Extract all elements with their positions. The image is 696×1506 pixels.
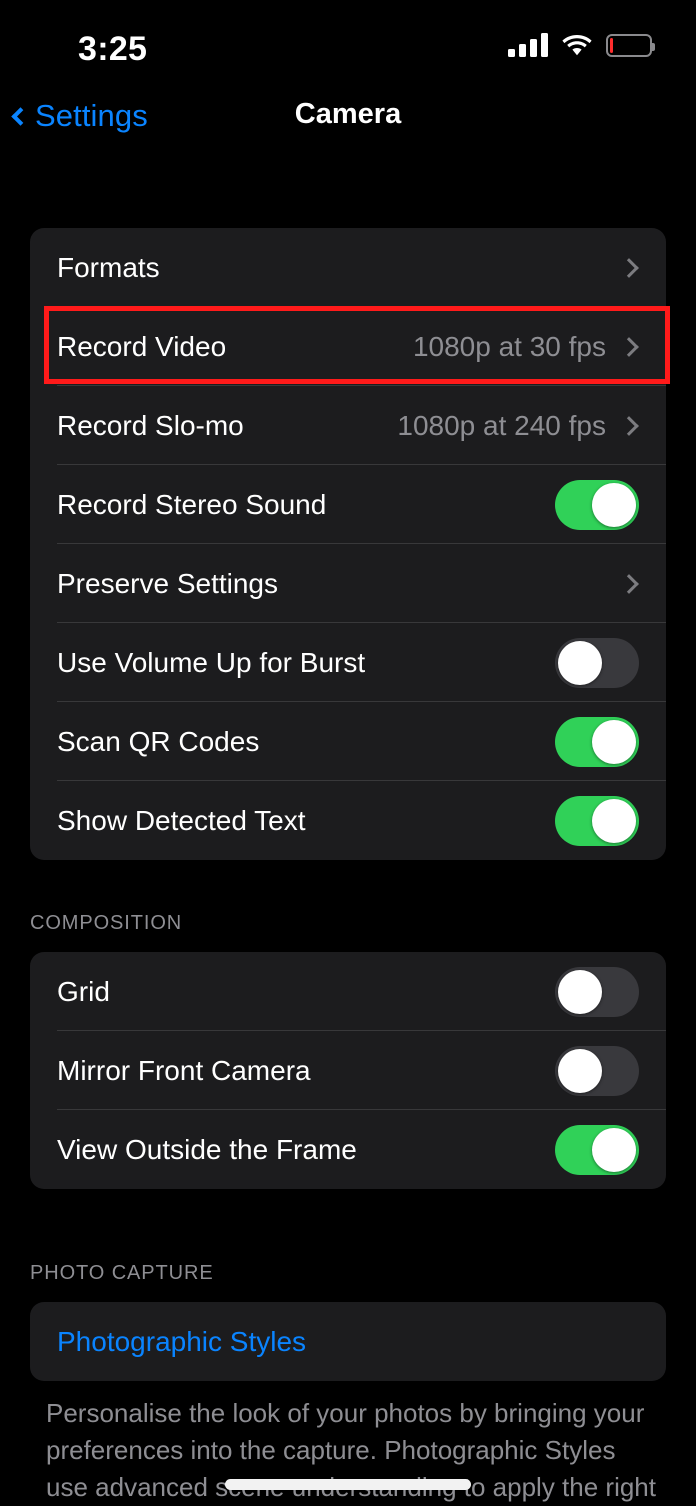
row-label: Show Detected Text	[57, 804, 306, 836]
chevron-right-icon	[619, 336, 639, 357]
toggle-switch-icon[interactable]	[555, 1045, 639, 1096]
chevron-right-icon	[619, 573, 639, 594]
row-label: View Outside the Frame	[57, 1133, 357, 1165]
settings-row-formats[interactable]: Formats	[30, 228, 666, 307]
settings-row-record-slomo[interactable]: Record Slo-mo 1080p at 240 fps	[30, 386, 666, 465]
settings-row-view-outside-the-frame[interactable]: View Outside the Frame	[30, 1110, 666, 1189]
settings-row-mirror-front-camera[interactable]: Mirror Front Camera	[30, 1031, 666, 1110]
row-label: Formats	[57, 251, 160, 283]
row-label: Photographic Styles	[57, 1325, 307, 1357]
settings-content: Formats Record Video 1080p at 30 fps Rec…	[0, 0, 696, 1506]
settings-row-scan-qr-codes[interactable]: Scan QR Codes	[30, 702, 666, 781]
toggle-switch-icon[interactable]	[555, 966, 639, 1017]
settings-row-use-volume-up-for-burst[interactable]: Use Volume Up for Burst	[30, 623, 666, 702]
toggle-switch-icon[interactable]	[555, 637, 639, 688]
row-label: Scan QR Codes	[57, 725, 260, 757]
settings-group-composition: Grid Mirror Front Camera View Outside th…	[30, 952, 666, 1189]
row-label: Use Volume Up for Burst	[57, 646, 366, 678]
settings-group-photo-capture: Photographic Styles	[30, 1302, 666, 1381]
settings-row-photographic-styles[interactable]: Photographic Styles	[30, 1302, 666, 1381]
row-value: 1080p at 240 fps	[397, 409, 606, 441]
chevron-right-icon	[619, 257, 639, 278]
row-label: Grid	[57, 975, 110, 1007]
row-label: Mirror Front Camera	[57, 1054, 311, 1086]
row-label: Record Slo-mo	[57, 409, 244, 441]
row-label: Preserve Settings	[57, 567, 278, 599]
settings-row-record-stereo-sound[interactable]: Record Stereo Sound	[30, 465, 666, 544]
toggle-switch-icon[interactable]	[555, 795, 639, 846]
iphone-screen: 3:25 Settings Camera Formats Record Vide…	[0, 0, 696, 1506]
row-label: Record Video	[57, 330, 227, 362]
toggle-switch-icon[interactable]	[555, 716, 639, 767]
section-header-photo-capture: PHOTO CAPTURE	[30, 1262, 214, 1284]
home-indicator[interactable]	[225, 1479, 471, 1490]
settings-row-preserve-settings[interactable]: Preserve Settings	[30, 544, 666, 623]
settings-row-grid[interactable]: Grid	[30, 952, 666, 1031]
toggle-switch-icon[interactable]	[555, 1124, 639, 1175]
row-label: Record Stereo Sound	[57, 488, 327, 520]
settings-row-record-video[interactable]: Record Video 1080p at 30 fps	[30, 307, 666, 386]
toggle-switch-icon[interactable]	[555, 479, 639, 530]
settings-row-show-detected-text[interactable]: Show Detected Text	[30, 781, 666, 860]
section-header-composition: COMPOSITION	[30, 912, 183, 934]
settings-group-video: Formats Record Video 1080p at 30 fps Rec…	[30, 228, 666, 860]
chevron-right-icon	[619, 415, 639, 436]
row-value: 1080p at 30 fps	[412, 330, 606, 362]
